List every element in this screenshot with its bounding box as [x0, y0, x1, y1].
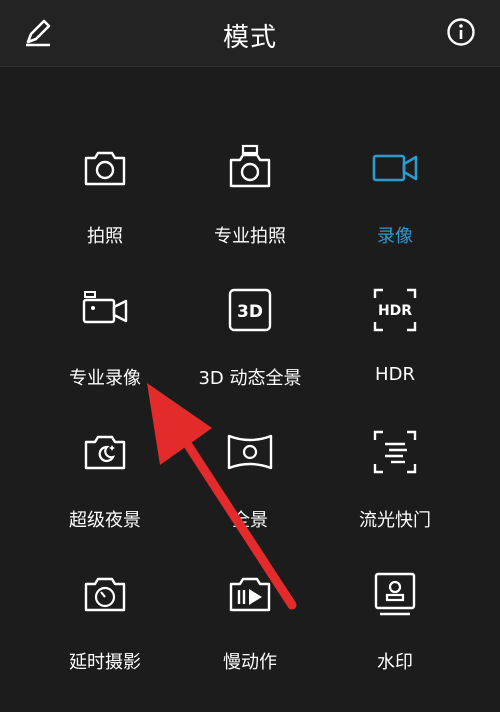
night-icon [84, 435, 126, 470]
mode-3d-panorama[interactable]: 3D 3D 动态全景 [170, 286, 330, 428]
mode-label: 录像 [377, 226, 413, 247]
3d-icon: 3D [228, 288, 272, 332]
top-bar: 模式 [0, 0, 500, 67]
hdr-icon: HDR [373, 288, 417, 332]
camera-icon [84, 151, 126, 186]
mode-photo[interactable]: 拍照 [25, 144, 185, 286]
mode-label: 拍照 [87, 226, 123, 247]
page-title: 模式 [222, 23, 277, 53]
mode-slow-motion[interactable]: 慢动作 [170, 570, 330, 712]
mode-label: 超级夜景 [69, 510, 141, 531]
mode-timelapse[interactable]: 延时摄影 [25, 570, 185, 712]
video-icon [372, 154, 418, 182]
panorama-icon [227, 434, 273, 470]
svg-text:HDR: HDR [378, 303, 412, 319]
mode-label: 水印 [377, 652, 413, 673]
svg-text:3D: 3D [237, 302, 263, 322]
mode-label: 延时摄影 [69, 652, 141, 673]
mode-label: 慢动作 [223, 652, 277, 673]
mode-watermark[interactable]: 水印 [315, 570, 475, 712]
light-painting-icon [373, 430, 417, 474]
mode-label: 流光快门 [359, 510, 431, 531]
mode-label: 3D 动态全景 [198, 368, 302, 389]
mode-light-painting[interactable]: 流光快门 [315, 428, 475, 570]
mode-pro-video[interactable]: 专业录像 [25, 286, 185, 428]
mode-label: HDR [375, 364, 415, 385]
mode-pro-photo[interactable]: 专业拍照 [170, 144, 330, 286]
info-icon[interactable] [446, 17, 476, 47]
mode-hdr[interactable]: HDR HDR [315, 286, 475, 428]
mode-video[interactable]: 录像 [315, 144, 475, 286]
pro-video-icon [82, 291, 128, 324]
watermark-icon [374, 572, 416, 616]
mode-label: 全景 [232, 510, 268, 531]
mode-super-night[interactable]: 超级夜景 [25, 428, 185, 570]
mode-label: 专业录像 [69, 368, 141, 389]
mode-label: 专业拍照 [214, 226, 286, 247]
mode-panorama[interactable]: 全景 [170, 428, 330, 570]
pro-camera-icon [229, 144, 271, 188]
mode-grid: 拍照 专业拍照 录像 专业录像 3D 3D 动态全景 HDR HDR 超级夜景 … [0, 66, 500, 711]
timelapse-icon [84, 577, 126, 612]
slow-motion-icon [229, 577, 271, 612]
